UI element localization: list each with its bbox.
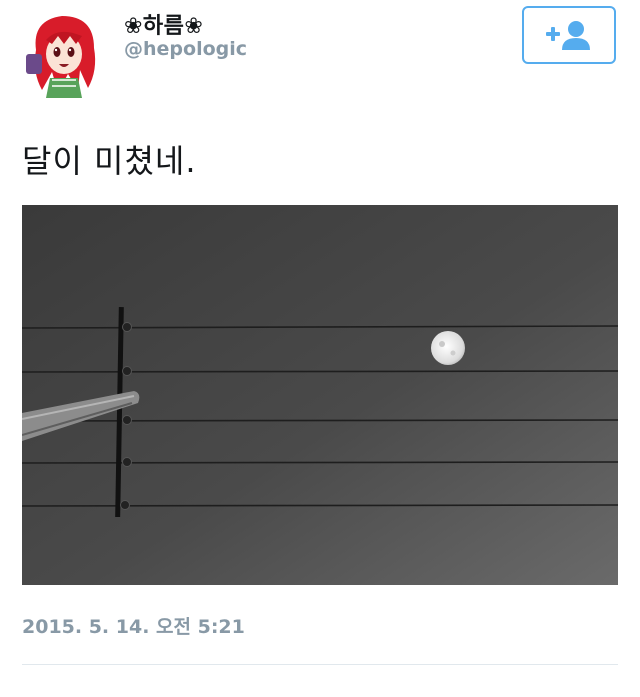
tweet-timestamp[interactable]: 2015. 5. 14. 오전 5:21 [22, 612, 245, 639]
tweet-photo[interactable] [22, 205, 618, 585]
divider [22, 664, 618, 665]
moon-power-lines-image [22, 205, 618, 585]
avatar-illustration [18, 10, 106, 98]
avatar[interactable] [18, 10, 106, 98]
user-handle[interactable]: @hepologic [124, 38, 247, 60]
display-name[interactable]: ❀하름❀ [124, 8, 203, 40]
add-user-icon [546, 21, 590, 50]
follow-button[interactable] [522, 6, 616, 64]
tweet-text: 달이 미쳤네. [22, 142, 197, 180]
